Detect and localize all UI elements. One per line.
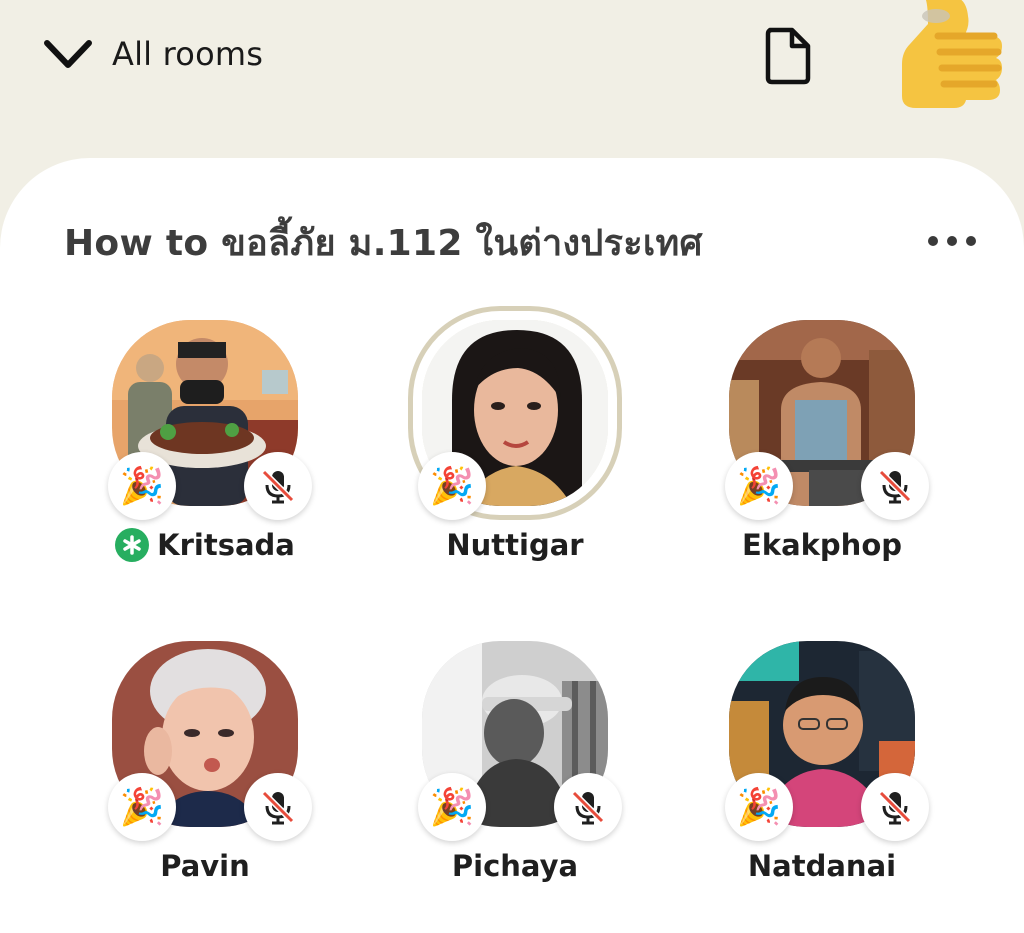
chevron-down-icon <box>42 36 94 72</box>
speaker-tile[interactable]: 🎉 Kritsada <box>75 320 325 590</box>
speaker-name-row: Nuttigar <box>385 528 645 562</box>
room-title: How to ขอลี้ภัย ม.112 ในต่างประเทศ <box>64 223 703 264</box>
speaker-name-row: Kritsada <box>75 528 335 562</box>
speaker-tile[interactable]: 🎉 Nuttigar <box>385 320 635 590</box>
mic-muted-icon <box>861 773 929 841</box>
party-popper-icon: 🎉 <box>418 452 486 520</box>
speaker-tile[interactable]: 🎉 Ekakphop <box>692 320 942 590</box>
speaker-name: Kritsada <box>157 528 295 562</box>
speaker-name: Natdanai <box>747 849 897 883</box>
speaker-name-row: Natdanai <box>692 849 952 883</box>
speaker-tile[interactable]: 🎉 Pavin <box>75 641 325 911</box>
speaker-name: Nuttigar <box>446 528 584 562</box>
all-rooms-label: All rooms <box>112 35 264 73</box>
all-rooms-button[interactable]: All rooms <box>42 30 263 78</box>
speaker-tile[interactable]: 🎉 Natdanai <box>692 641 942 911</box>
speaker-name: Pavin <box>160 849 250 883</box>
party-popper-icon: 🎉 <box>108 773 176 841</box>
speaker-name-row: Pavin <box>75 849 335 883</box>
more-dot <box>928 236 938 246</box>
party-popper-icon: 🎉 <box>725 452 793 520</box>
speaker-name-row: Pichaya <box>385 849 645 883</box>
speaker-name-row: Ekakphop <box>692 528 952 562</box>
more-horizontal-icon[interactable] <box>922 226 982 256</box>
mic-muted-icon <box>861 452 929 520</box>
party-popper-icon: 🎉 <box>725 773 793 841</box>
party-popper-icon: 🎉 <box>108 452 176 520</box>
top-bar: All rooms <box>0 0 1024 160</box>
party-popper-icon: 🎉 <box>418 773 486 841</box>
mic-muted-icon <box>244 452 312 520</box>
more-dot <box>947 236 957 246</box>
speaker-name: Ekakphop <box>741 528 903 562</box>
document-icon[interactable] <box>762 24 814 86</box>
speaker-name: Pichaya <box>451 849 579 883</box>
mic-muted-icon <box>554 773 622 841</box>
speaker-tile[interactable]: 🎉 Pichaya <box>385 641 635 911</box>
mic-muted-icon <box>244 773 312 841</box>
moderator-asterisk-icon <box>115 528 150 562</box>
more-dot <box>966 236 976 246</box>
thumbs-up-icon[interactable] <box>892 0 1004 112</box>
